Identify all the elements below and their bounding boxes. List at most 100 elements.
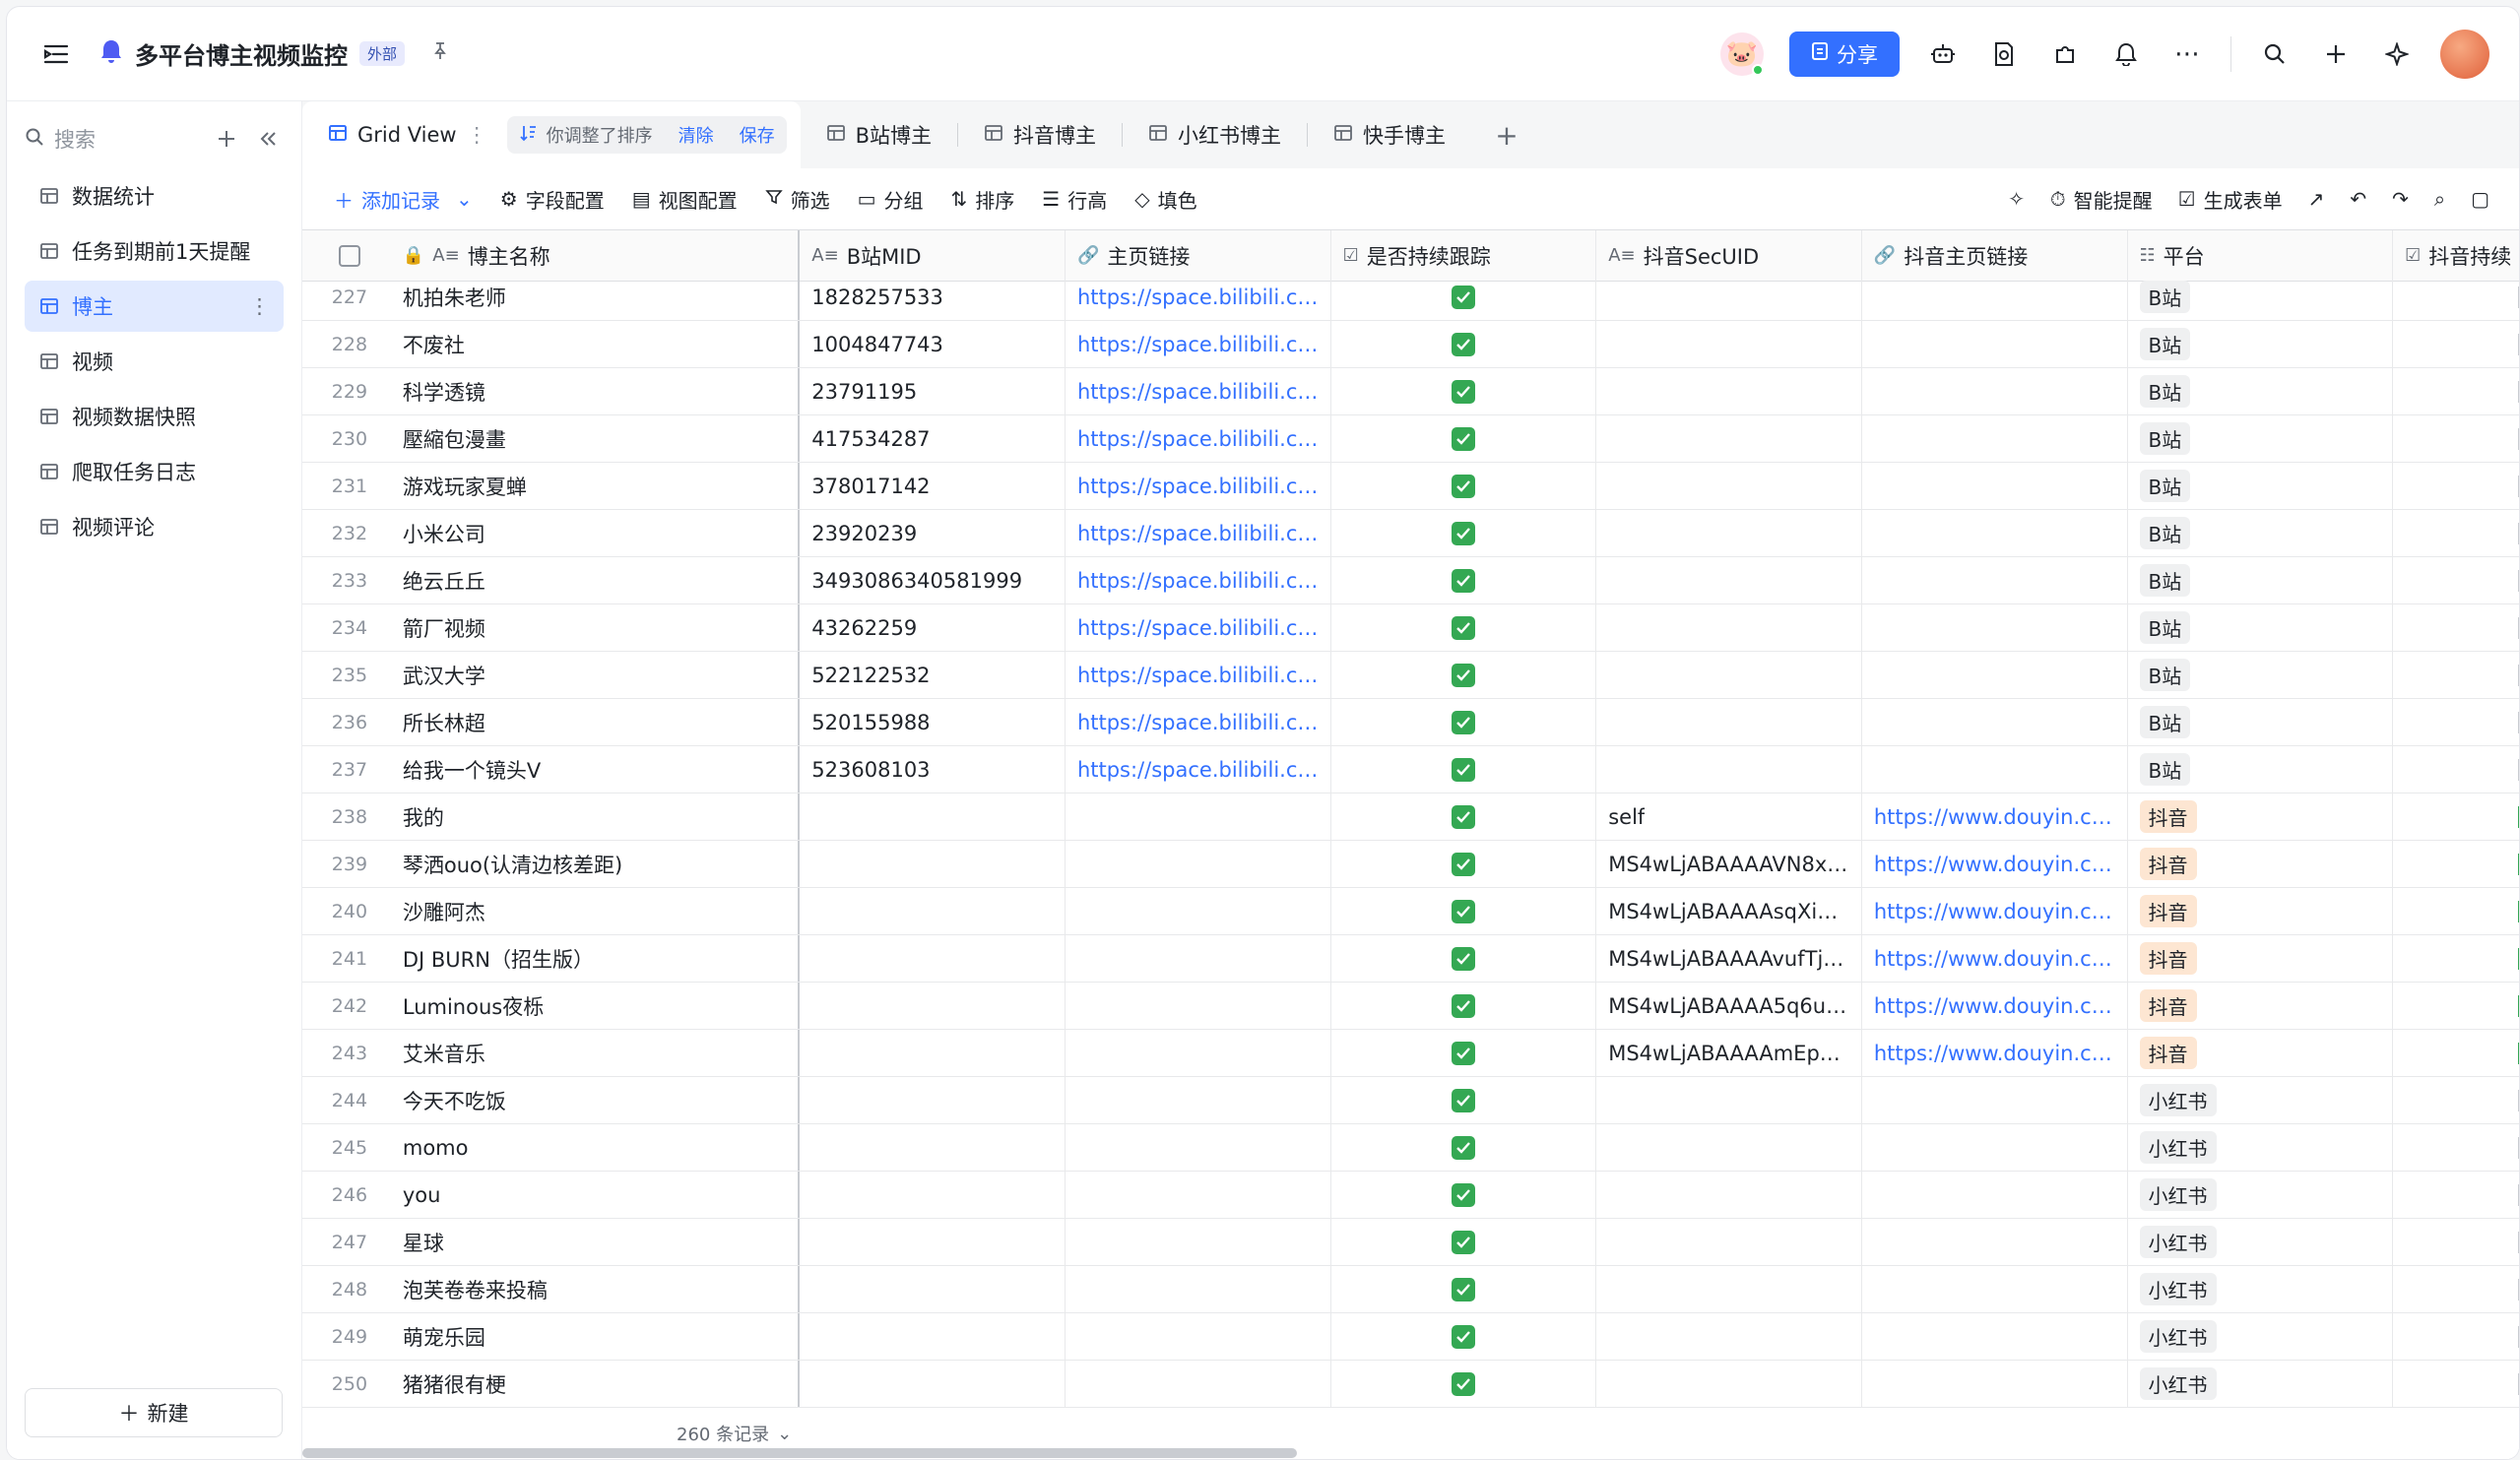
cell-url[interactable] [1066,1124,1331,1171]
cell-mid[interactable]: 43262259 [800,604,1066,651]
cell-tracking[interactable] [1331,1030,1597,1076]
share-button[interactable]: 分享 [1789,31,1900,77]
cell-mid[interactable]: 3493086340581999 [800,557,1066,603]
select-all-checkbox[interactable] [338,244,360,267]
cell-url[interactable] [1066,983,1331,1029]
cell-url[interactable] [1066,1266,1331,1312]
cell-platform[interactable]: B站 [2128,415,2394,462]
row-height-button[interactable]: ☰ 行高 [1042,185,1107,214]
ai-sparkle-icon[interactable]: ✧ [2008,187,2025,211]
cell-douyin-url[interactable] [1862,1361,2128,1407]
cell-name[interactable]: 星球 [397,1219,801,1265]
cell-douyin-tracking[interactable] [2393,1219,2519,1265]
cell-link[interactable]: https://space.bilibili.com... [1077,380,1319,404]
sidebar-item[interactable]: 视频 [25,336,284,387]
cell-douyin-url[interactable] [1862,1077,2128,1123]
share-view-icon[interactable]: ↗ [2308,187,2325,211]
cell-secuid[interactable] [1596,1266,1862,1312]
table-row[interactable]: 244 今天不吃饭 小红书 [302,1077,2519,1124]
clear-sort-link[interactable]: 清除 [678,122,714,148]
more-icon[interactable]: ⋮ [249,294,270,318]
cell-link[interactable]: https://space.bilibili.com... [1077,286,1319,309]
cell-url[interactable] [1066,1313,1331,1360]
cell-name[interactable]: 琴洒ouo(认清边核差距) [397,841,801,887]
cell-secuid[interactable] [1596,652,1862,698]
cell-mid[interactable]: 378017142 [800,463,1066,509]
checked-checkbox[interactable] [1451,521,1475,545]
cell-platform[interactable]: 小红书 [2128,1172,2394,1218]
cell-url[interactable] [1066,841,1331,887]
table-row[interactable]: 233 绝云丘丘 3493086340581999 https://space.… [302,557,2519,604]
cell-douyin-tracking[interactable] [2393,1077,2519,1123]
cell-mid[interactable] [800,1124,1066,1171]
cell-tracking[interactable] [1331,510,1597,556]
cell-secuid[interactable] [1596,557,1862,603]
table-row[interactable]: 230 壓縮包漫畫 417534287 https://space.bilibi… [302,415,2519,463]
cell-secuid[interactable]: self [1596,793,1862,840]
cell-link[interactable]: https://www.douyin.co... [1874,805,2115,829]
cell-douyin-url[interactable] [1862,1266,2128,1312]
sidebar-item[interactable]: 博主 ⋮ [25,281,284,332]
cell-tracking[interactable] [1331,1266,1597,1312]
cell-douyin-url[interactable] [1862,463,2128,509]
document-search-icon[interactable] [1986,36,2022,72]
cell-platform[interactable]: 抖音 [2128,935,2394,982]
find-icon[interactable]: ⌕ [2434,187,2445,211]
cell-douyin-tracking[interactable] [2393,1030,2519,1076]
cell-platform[interactable]: 抖音 [2128,1030,2394,1076]
checked-checkbox[interactable] [1451,993,1475,1018]
cell-name[interactable]: 所长林超 [397,699,801,745]
cell-mid[interactable]: 1004847743 [800,321,1066,367]
cell-url[interactable]: https://space.bilibili.com... [1066,557,1331,603]
cell-link[interactable]: https://www.douyin.co... [1874,900,2115,923]
save-sort-link[interactable]: 保存 [740,122,775,148]
cell-url[interactable]: https://space.bilibili.com... [1066,699,1331,745]
cell-secuid[interactable] [1596,1077,1862,1123]
cell-douyin-url[interactable]: https://www.douyin.co... [1862,1030,2128,1076]
checked-checkbox[interactable] [1451,1135,1475,1160]
cell-tracking[interactable] [1331,274,1597,320]
cell-link[interactable]: https://space.bilibili.com... [1077,758,1319,782]
cell-douyin-tracking[interactable] [2393,746,2519,793]
cell-url[interactable] [1066,1030,1331,1076]
cell-name[interactable]: 绝云丘丘 [397,557,801,603]
cell-link[interactable]: https://space.bilibili.com... [1077,522,1319,545]
cell-tracking[interactable] [1331,368,1597,414]
pin-icon[interactable] [430,41,450,66]
cell-douyin-tracking[interactable] [2393,274,2519,320]
cell-douyin-url[interactable] [1862,604,2128,651]
cell-platform[interactable]: 小红书 [2128,1313,2394,1360]
table-row[interactable]: 243 艾米音乐 MS4wLjABAAAAmEpSy6... https://w… [302,1030,2519,1077]
cell-name[interactable]: 泡芙卷卷来投稿 [397,1266,801,1312]
cell-douyin-tracking[interactable] [2393,463,2519,509]
filter-button[interactable]: 筛选 [764,185,830,214]
sidebar-item[interactable]: 视频评论 [25,501,284,552]
undo-icon[interactable]: ↶ [2350,187,2366,211]
cell-tracking[interactable] [1331,604,1597,651]
table-row[interactable]: 238 我的 self https://www.douyin.co... 抖音 [302,793,2519,841]
cell-tracking[interactable] [1331,935,1597,982]
tab-view[interactable]: 抖音博主 [958,101,1122,168]
cell-name[interactable]: 不废社 [397,321,801,367]
cell-mid[interactable] [800,1361,1066,1407]
cell-url[interactable] [1066,1361,1331,1407]
collapse-sidebar-icon[interactable] [252,123,284,155]
redo-icon[interactable]: ↷ [2392,187,2409,211]
cell-secuid[interactable]: MS4wLjABAAAAmEpSy6... [1596,1030,1862,1076]
add-record-button[interactable]: ＋ 添加记录 ⌄ [334,185,473,214]
cell-name[interactable]: 壓縮包漫畫 [397,415,801,462]
table-row[interactable]: 241 DJ BURN（招生版） MS4wLjABAAAAvufTjm6... … [302,935,2519,983]
cell-name[interactable]: 游戏玩家夏蝉 [397,463,801,509]
horizontal-scrollbar[interactable] [302,1448,1297,1458]
checked-checkbox[interactable] [1451,1182,1475,1207]
cell-name[interactable]: 萌宠乐园 [397,1313,801,1360]
checked-checkbox[interactable] [1451,1371,1475,1396]
cell-url[interactable]: https://space.bilibili.com... [1066,604,1331,651]
cell-tracking[interactable] [1331,1313,1597,1360]
cell-douyin-url[interactable] [1862,1219,2128,1265]
checked-checkbox[interactable] [1451,852,1475,876]
table-row[interactable]: 245 momo 小红书 [302,1124,2519,1172]
cell-link[interactable]: https://space.bilibili.com... [1077,569,1319,593]
cell-name[interactable]: DJ BURN（招生版） [397,935,801,982]
cell-platform[interactable]: 小红书 [2128,1219,2394,1265]
